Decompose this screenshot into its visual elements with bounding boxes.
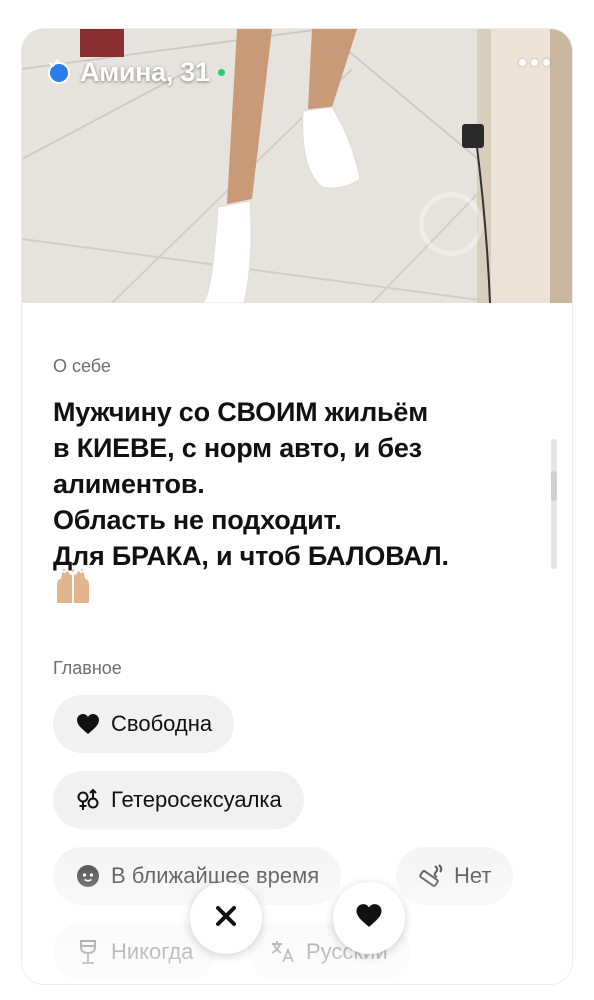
heart-icon xyxy=(355,903,383,933)
profile-card[interactable]: Амина, 31 О себе Мужчину со СВОИМ жильём… xyxy=(22,29,572,984)
heart-icon xyxy=(75,711,101,737)
main-section-label: Главное xyxy=(53,658,122,678)
watermark-logo xyxy=(419,192,483,256)
gender-icon xyxy=(75,787,101,813)
bio-line: Мужчину со СВОИМ жильём xyxy=(53,397,429,427)
baby-icon xyxy=(75,863,101,889)
chip-drinking[interactable]: Никогда xyxy=(53,923,216,981)
dislike-button[interactable] xyxy=(190,882,262,954)
bio-line: в КИЕВЕ, с норм авто, и без xyxy=(53,433,422,463)
verified-icon xyxy=(48,59,70,84)
scrollbar[interactable] xyxy=(551,439,557,569)
about-section-label: О себе xyxy=(53,356,111,376)
bio-text: Мужчину со СВОИМ жильём в КИЕВЕ, с норм … xyxy=(53,394,543,574)
chip-label: Гетеросексуалка xyxy=(111,787,282,812)
raising-hands-emoji-icon xyxy=(53,569,93,610)
chip-label: Нет xyxy=(454,863,492,888)
bio-line: алиментов. xyxy=(53,469,205,499)
like-button[interactable] xyxy=(333,882,405,954)
more-options-icon[interactable] xyxy=(519,59,550,66)
bio-line: Для БРАКА, и чтоб БАЛОВАЛ. xyxy=(53,541,449,571)
chip-smoking[interactable]: Нет xyxy=(396,847,514,905)
name-row: Амина, 31 xyxy=(48,57,225,88)
bio-line: Область не подходит. xyxy=(53,505,342,535)
chip-relationship[interactable]: Свободна xyxy=(53,695,235,753)
cigarette-icon xyxy=(418,863,444,889)
online-status-dot xyxy=(217,69,225,76)
chip-label: Никогда xyxy=(111,939,194,964)
profile-name: Амина, 31 xyxy=(80,57,210,87)
profile-photo[interactable]: Амина, 31 xyxy=(22,29,572,303)
translate-icon xyxy=(270,939,296,965)
close-icon xyxy=(214,904,238,933)
wine-glass-icon xyxy=(75,939,101,965)
chip-label: Свободна xyxy=(111,711,213,736)
chip-orientation[interactable]: Гетеросексуалка xyxy=(53,771,304,829)
scrollbar-thumb[interactable] xyxy=(551,471,557,501)
